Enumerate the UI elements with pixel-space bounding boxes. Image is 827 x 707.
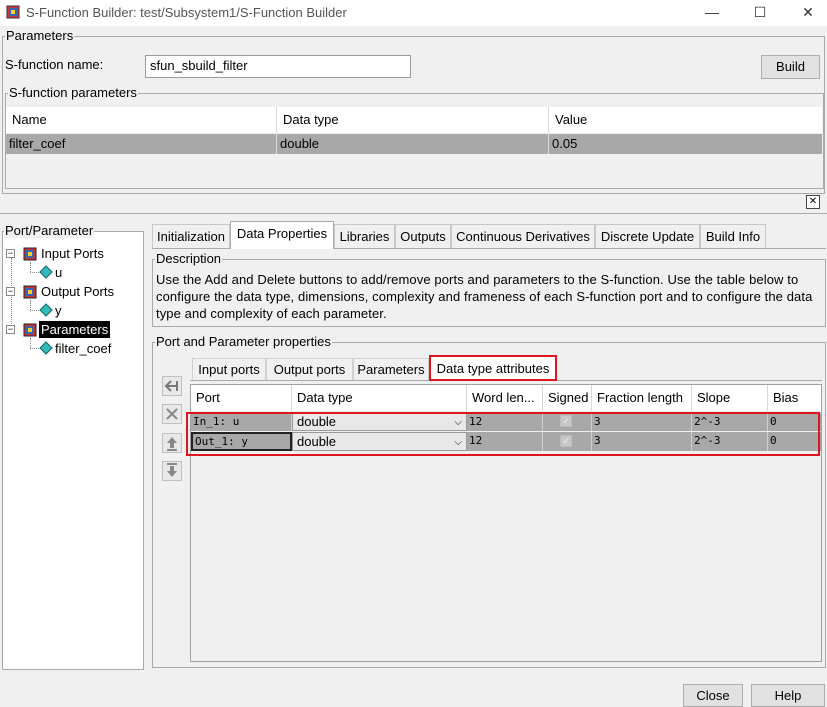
parameters-legend: Parameters [5, 28, 75, 43]
sfunction-parameters-header: Name Data type Value [6, 107, 822, 133]
delete-port-icon[interactable] [162, 404, 182, 424]
rows-highlight [186, 412, 820, 456]
port-diamond-icon [39, 303, 53, 317]
tab-build-info[interactable]: Build Info [700, 224, 766, 248]
column-header-signed[interactable]: Signed [543, 385, 592, 411]
column-header-value[interactable]: Value [549, 107, 822, 133]
description-legend: Description [155, 251, 223, 266]
tab-discrete-update[interactable]: Discrete Update [595, 224, 700, 248]
tab-outputs[interactable]: Outputs [395, 224, 451, 248]
block-icon [23, 247, 37, 261]
move-down-icon[interactable] [162, 461, 182, 481]
tree-connector [30, 300, 31, 310]
tree-item-parameters[interactable]: Parameters [39, 321, 111, 338]
collapse-toggle-icon[interactable]: − [6, 325, 15, 334]
port-parameter-properties-legend: Port and Parameter properties [155, 334, 332, 349]
column-header-port[interactable]: Port [191, 385, 292, 411]
collapse-toggle-icon[interactable]: − [6, 249, 15, 258]
move-up-icon[interactable] [162, 433, 182, 453]
block-icon [23, 285, 37, 299]
tab-continuous-derivatives[interactable]: Continuous Derivatives [451, 224, 595, 248]
column-header-name[interactable]: Name [6, 107, 277, 133]
column-header-slope[interactable]: Slope [692, 385, 768, 411]
column-header-data-type[interactable]: Data type [277, 107, 549, 133]
tab-libraries[interactable]: Libraries [334, 224, 395, 248]
tree-connector [30, 348, 39, 349]
tree-item-y[interactable]: y [55, 303, 62, 318]
tab-initialization[interactable]: Initialization [152, 224, 230, 248]
tree-item-u[interactable]: u [55, 265, 62, 280]
tree-connector [30, 272, 39, 273]
close-panel-icon[interactable]: ✕ [806, 195, 820, 209]
tree-connector [30, 310, 39, 311]
maximize-button[interactable]: ☐ [737, 0, 783, 26]
sfunction-name-input[interactable]: sfun_sbuild_filter [145, 55, 411, 78]
tree-connector [30, 338, 31, 348]
help-button[interactable]: Help [751, 684, 825, 707]
port-diamond-icon [39, 265, 53, 279]
build-button[interactable]: Build [761, 55, 820, 79]
column-header-data-type[interactable]: Data type [292, 385, 467, 411]
window-title: S-Function Builder: test/Subsystem1/S-Fu… [26, 5, 347, 20]
subtab-input-ports[interactable]: Input ports [192, 358, 266, 380]
subtab-output-ports[interactable]: Output ports [266, 358, 353, 380]
tree-connector [30, 262, 31, 272]
table-row[interactable]: filter_coef double 0.05 [6, 134, 822, 154]
port-diamond-icon [39, 341, 53, 355]
tab-data-properties[interactable]: Data Properties [230, 221, 334, 249]
tree-item-output-ports[interactable]: Output Ports [41, 284, 114, 299]
tree-item-filter-coef[interactable]: filter_coef [55, 341, 111, 356]
block-icon [23, 323, 37, 337]
add-port-icon[interactable] [162, 376, 182, 396]
port-parameter-legend: Port/Parameter [4, 223, 95, 238]
collapse-toggle-icon[interactable]: − [6, 287, 15, 296]
subtab-data-type-attributes[interactable]: Data type attributes [429, 355, 557, 381]
close-window-button[interactable]: ✕ [785, 0, 827, 26]
close-button[interactable]: Close [683, 684, 743, 707]
column-header-fraction-length[interactable]: Fraction length [592, 385, 692, 411]
sfunction-name-label: S-function name: [5, 57, 104, 72]
simulink-app-icon [6, 5, 20, 19]
param-name-cell[interactable]: filter_coef [6, 134, 277, 154]
description-text: Use the Add and Delete buttons to add/re… [156, 272, 813, 321]
tree-item-input-ports[interactable]: Input Ports [41, 246, 104, 261]
param-data-type-cell[interactable]: double [277, 134, 549, 154]
sfunction-parameters-legend: S-function parameters [8, 85, 138, 100]
minimize-button[interactable]: — [689, 0, 735, 26]
column-header-word-length[interactable]: Word len... [467, 385, 543, 411]
subtab-parameters[interactable]: Parameters [353, 358, 429, 380]
param-value-cell[interactable]: 0.05 [549, 134, 822, 154]
sfunction-parameters-empty-area [6, 154, 822, 187]
grid-header: Port Data type Word len... Signed Fracti… [191, 385, 821, 411]
title-bar: S-Function Builder: test/Subsystem1/S-Fu… [0, 0, 827, 26]
column-header-bias[interactable]: Bias [768, 385, 821, 411]
separator [0, 213, 827, 214]
